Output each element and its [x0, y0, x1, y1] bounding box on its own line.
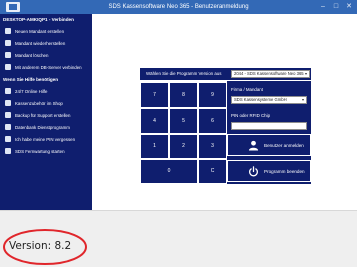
database-icon	[5, 124, 11, 130]
sidebar-item-label: Ich habe meine PIN vergessen	[15, 137, 76, 142]
login-button-label: Benutzer anmelden	[264, 143, 304, 148]
sidebar-item-label: Kassenzubehör im Shop	[15, 101, 63, 106]
help-icon	[5, 88, 11, 94]
server-icon	[5, 64, 11, 70]
sidebar: DESKTOP-AMKIQP1 - Verbinden Neuen Mandan…	[0, 14, 92, 210]
sidebar-item-shop[interactable]: Kassenzubehör im Shop	[2, 99, 90, 109]
close-icon[interactable]: ✕	[344, 2, 354, 12]
sidebar-item-label: 24/7 Online Hilfe	[15, 89, 48, 94]
sidebar-item-forgot-pin[interactable]: Ich habe meine PIN vergessen	[2, 135, 90, 145]
sidebar-item-label: Datenbank Dienstprogramm	[15, 125, 70, 130]
sidebar-item-label: Backup für Support erstellen	[15, 113, 71, 118]
window-title: SDS Kassensoftware Neo 365 - Benutzeranm…	[108, 4, 249, 10]
key-6[interactable]: 6	[198, 108, 227, 134]
login-button[interactable]: Benutzer anmelden	[227, 134, 311, 156]
key-0[interactable]: 0	[140, 159, 198, 184]
sidebar-item-label: Mandant wiederherstellen	[15, 41, 66, 46]
sidebar-item-label: Mit anderem DB-Server verbinden	[15, 65, 82, 70]
sidebar-item-label: Neuen Mandant erstellen	[15, 29, 65, 34]
firma-value: SDS Kassensysteme GmbH	[234, 97, 287, 102]
shop-icon	[5, 100, 11, 106]
title-bar: SDS Kassensoftware Neo 365 - Benutzeranm…	[0, 0, 357, 14]
sidebar-item-new-mandant[interactable]: Neuen Mandant erstellen	[2, 27, 90, 37]
key-5[interactable]: 5	[169, 108, 198, 134]
sidebar-item-delete-mandant[interactable]: Mandant löschen	[2, 51, 90, 61]
sidebar-item-label: Mandant löschen	[15, 53, 49, 58]
exit-button[interactable]: Programm beenden	[227, 160, 311, 182]
pin-label: PIN oder RFID Chip	[231, 113, 271, 118]
sidebar-section-connect-header: DESKTOP-AMKIQP1 - Verbinden	[3, 17, 74, 22]
sidebar-item-database-tool[interactable]: Datenbank Dienstprogramm	[2, 123, 90, 133]
sidebar-item-restore-mandant[interactable]: Mandant wiederherstellen	[2, 39, 90, 49]
restore-icon	[5, 40, 11, 46]
key-icon	[5, 136, 11, 142]
sidebar-item-connect-server[interactable]: Mit anderem DB-Server verbinden	[2, 63, 90, 73]
sidebar-item-remote-support[interactable]: SDS Fernwartung starten	[2, 147, 90, 157]
delete-icon	[5, 52, 11, 58]
firma-label: Firma / Mandant	[231, 87, 263, 92]
program-version-label: Wählen Sie die Programm Version aus	[146, 71, 222, 76]
chevron-down-icon: ▾	[304, 71, 307, 76]
key-3[interactable]: 3	[198, 134, 227, 159]
sidebar-item-online-help[interactable]: 24/7 Online Hilfe	[2, 87, 90, 97]
power-icon	[249, 166, 258, 177]
key-4[interactable]: 4	[140, 108, 169, 134]
maximize-icon[interactable]: □	[331, 2, 341, 12]
program-version-bar: Wählen Sie die Programm Version aus 2044…	[140, 68, 311, 80]
key-2[interactable]: 2	[169, 134, 198, 159]
sidebar-item-backup[interactable]: Backup für Support erstellen	[2, 111, 90, 121]
chevron-down-icon: ▾	[301, 97, 304, 102]
sidebar-section-help-header: Wenn Sie Hilfe benötigen	[3, 77, 59, 82]
backup-icon	[5, 112, 11, 118]
sidebar-item-label: SDS Fernwartung starten	[15, 149, 65, 154]
key-7[interactable]: 7	[140, 82, 169, 108]
minimize-icon[interactable]: –	[318, 2, 328, 12]
key-1[interactable]: 1	[140, 134, 169, 159]
key-9[interactable]: 9	[198, 82, 227, 108]
pin-input[interactable]	[231, 122, 307, 130]
firma-select[interactable]: SDS Kassensysteme GmbH ▾	[231, 96, 307, 104]
user-icon	[248, 140, 259, 151]
key-clear[interactable]: C	[198, 159, 227, 184]
exit-button-label: Programm beenden	[264, 169, 305, 174]
remote-icon	[5, 148, 11, 154]
program-version-select[interactable]: 2044 - SDS Kassensoftware Neo 365 ▾	[231, 70, 310, 78]
highlight-ellipse	[3, 229, 87, 265]
plus-icon	[5, 28, 11, 34]
program-version-value: 2044 - SDS Kassensoftware Neo 365	[234, 71, 304, 76]
status-divider	[0, 210, 357, 211]
key-8[interactable]: 8	[169, 82, 198, 108]
